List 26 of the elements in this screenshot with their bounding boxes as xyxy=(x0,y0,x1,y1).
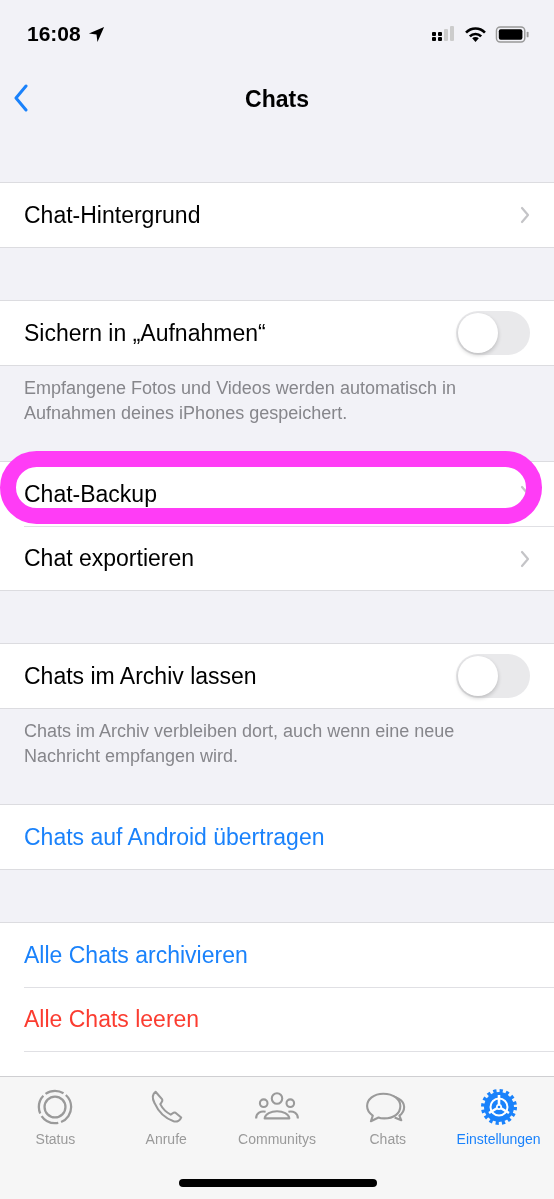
settings-row[interactable]: Chats auf Android übertragen xyxy=(0,805,554,869)
tab-item[interactable]: Communitys xyxy=(221,1085,333,1147)
tab-item[interactable]: Chats xyxy=(332,1085,444,1147)
chevron-icon xyxy=(520,206,530,224)
signal-icon xyxy=(432,26,456,42)
section-footer-text: Chats im Archiv verbleiben dort, auch wenn eine neue Nachricht empfangen wird. xyxy=(23,720,456,768)
clock-time: 16:08 xyxy=(27,22,81,46)
tab-item[interactable]: Status xyxy=(0,1085,111,1147)
wifi-icon xyxy=(464,25,487,43)
toggle-switch[interactable] xyxy=(456,654,530,698)
settings-row[interactable]: Sichern in „Aufnahmen“ xyxy=(0,301,554,365)
battery-icon xyxy=(495,25,530,43)
settings-row[interactable]: Chat-Hintergrund xyxy=(0,183,554,247)
page-title: Chats xyxy=(245,85,309,113)
settings-row[interactable]: Alle Chats archivieren xyxy=(0,923,554,987)
back-icon[interactable] xyxy=(13,84,29,112)
tab-item[interactable]: Anrufe xyxy=(110,1085,222,1147)
tab-item[interactable]: Einstellungen xyxy=(443,1085,554,1147)
section-footer-text: Empfangene Fotos und Videos werden automatisch in Aufnahmen deines iPhones gespeichert. xyxy=(23,377,457,425)
settings-row[interactable]: Chats im Archiv lassen xyxy=(0,644,554,708)
chevron-icon xyxy=(520,549,530,568)
settings-row[interactable]: Chat exportieren xyxy=(24,526,554,590)
settings-row[interactable]: Chat-Backup xyxy=(0,462,554,526)
settings-row[interactable]: Alle Chats leeren xyxy=(24,987,554,1051)
location-arrow-icon xyxy=(86,24,106,44)
toggle-switch[interactable] xyxy=(456,311,530,355)
